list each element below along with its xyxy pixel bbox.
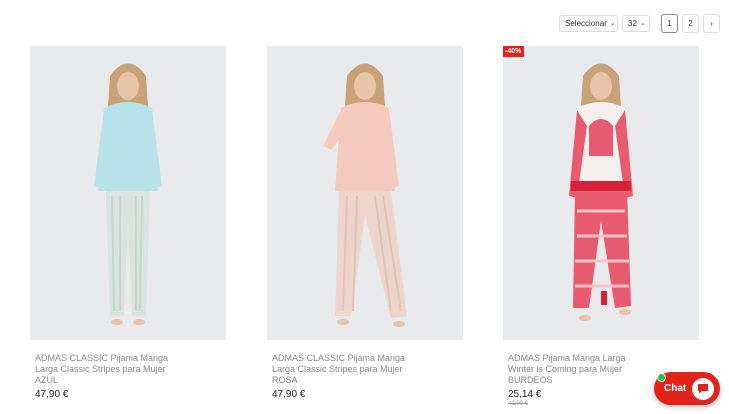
chevron-down-icon: ⌄ <box>609 20 616 27</box>
chat-label: Chat <box>664 383 687 394</box>
product-name[interactable]: ADMAS Pijama Manga Larga Winter is Comin… <box>503 353 653 386</box>
next-page-button[interactable]: › <box>703 13 720 33</box>
chevron-down-icon: ⌄ <box>639 20 646 27</box>
product-price: 47,90 € <box>272 389 306 400</box>
product-name[interactable]: ADMAS CLASSIC Pijama Manga Larga Classic… <box>267 353 417 386</box>
page-button-2[interactable]: 2 <box>682 13 699 33</box>
listing-toolbar: Seleccionar ⌄ 32 ⌄ 1 2 › <box>559 13 720 33</box>
online-status-dot <box>657 373 666 382</box>
chat-bubble-icon <box>692 377 715 400</box>
per-page-value: 32 <box>628 18 637 28</box>
sort-select-value: Seleccionar <box>565 18 607 28</box>
model-photo-illustration <box>267 46 463 340</box>
sort-select[interactable]: Seleccionar ⌄ <box>559 14 618 32</box>
product-card[interactable]: ADMAS CLASSIC Pijama Manga Larga Classic… <box>267 46 463 400</box>
page-button-1[interactable]: 1 <box>661 13 678 33</box>
product-price: 47,90 € <box>35 389 69 400</box>
per-page-select[interactable]: 32 ⌄ <box>622 14 650 32</box>
discount-badge: -40% <box>503 46 525 57</box>
chevron-right-icon: › <box>710 18 713 28</box>
product-image[interactable] <box>30 46 226 340</box>
product-image[interactable] <box>267 46 463 340</box>
product-image[interactable]: -40% <box>503 46 699 340</box>
chat-button[interactable]: Chat <box>654 372 720 405</box>
product-card[interactable]: ADMAS CLASSIC Pijama Manga Larga Classic… <box>30 46 226 400</box>
model-photo-illustration <box>503 46 699 340</box>
product-card[interactable]: -40% ADMAS Pijama Manga Larga Winter is … <box>503 46 699 407</box>
product-name[interactable]: ADMAS CLASSIC Pijama Manga Larga Classic… <box>30 353 180 386</box>
model-photo-illustration <box>30 46 226 340</box>
